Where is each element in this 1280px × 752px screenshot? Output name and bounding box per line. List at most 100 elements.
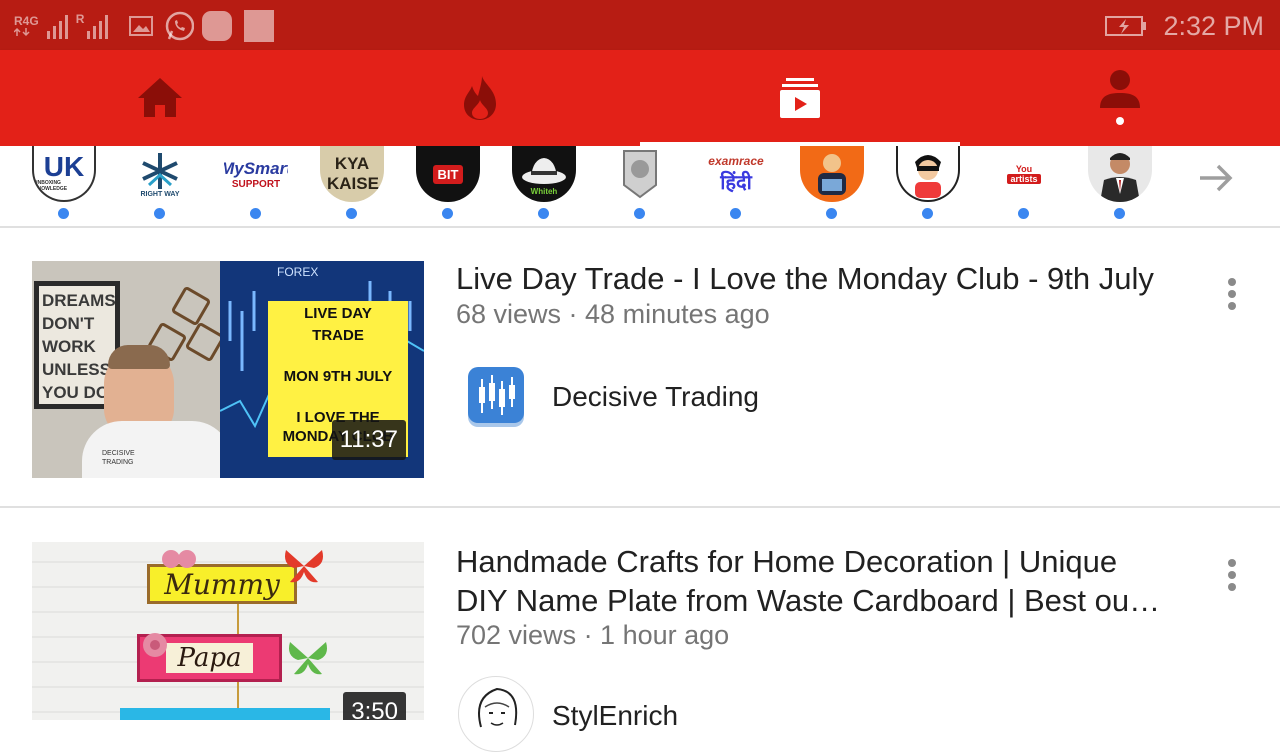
- flower-pink: [162, 548, 196, 570]
- tab-subscriptions[interactable]: [640, 50, 960, 146]
- avatar: [896, 146, 960, 202]
- avatar: Whiteh: [512, 146, 576, 202]
- card-line-3: MON 9TH JULY: [283, 368, 393, 385]
- video-thumbnail[interactable]: DREAMS DON'T WORK UNLESS YOU DO DECISIVE…: [32, 261, 424, 478]
- avatar-label: BIT: [432, 164, 464, 184]
- arrow-right-icon: [1200, 164, 1233, 192]
- tab-trending[interactable]: [320, 50, 640, 146]
- tab-account[interactable]: [960, 50, 1280, 146]
- character-icon: [818, 154, 846, 195]
- hat-icon: [522, 157, 566, 184]
- video-meta: 68 views · 48 minutes ago: [456, 299, 770, 329]
- account-icon: [1100, 70, 1140, 125]
- video-item[interactable]: Mummy Papa 3:50 Handmade Crafts for Home…: [0, 510, 1280, 752]
- new-content-dot: [154, 208, 165, 219]
- subscriptions-channel-row: UK UNBOXING KNOWLEDGE RIGHT WAY MySmart …: [0, 146, 1280, 228]
- whatsapp-icon: [164, 11, 195, 41]
- card-line-2: TRADE: [312, 327, 364, 344]
- avatar: [1088, 146, 1152, 202]
- decisive-trading-logo-icon: [468, 367, 524, 427]
- avatar: UK UNBOXING KNOWLEDGE: [32, 146, 96, 202]
- avatar: BIT: [416, 146, 480, 202]
- avatar-label: Whiteh: [530, 186, 558, 196]
- channel-avatar[interactable]: [458, 676, 534, 752]
- presenter-hair: [108, 345, 170, 369]
- avatar: [608, 146, 672, 202]
- new-content-dot: [730, 208, 741, 219]
- video-title[interactable]: Live Day Trade - I Love the Monday Club …: [456, 259, 1176, 298]
- emblem-icon: [623, 150, 657, 199]
- app-icon: [202, 11, 233, 41]
- status-right: 2:32 PM: [1105, 8, 1264, 44]
- more-vert-icon: [1228, 278, 1236, 286]
- battery-charging-icon: [1105, 16, 1147, 36]
- channel-avatar-12[interactable]: [1072, 146, 1168, 226]
- channel-avatar-10[interactable]: [880, 146, 976, 226]
- new-content-dot: [58, 208, 69, 219]
- person-photo-icon: [1100, 153, 1140, 202]
- channel-avatar-mysmart-support[interactable]: MySmart SUPPORT: [208, 146, 304, 226]
- channel-avatar-right-way[interactable]: RIGHT WAY: [112, 146, 208, 226]
- new-content-dot: [346, 208, 357, 219]
- logo-icon: [142, 152, 178, 189]
- channel-avatar-examrace-hindi[interactable]: examrace हिंदी: [688, 146, 784, 226]
- forex-label: FOREX: [277, 265, 319, 279]
- video-thumbnail[interactable]: Mummy Papa 3:50: [32, 542, 424, 720]
- avatar-label: MySmart: [224, 158, 288, 178]
- app-icon-2: [244, 10, 275, 42]
- trending-icon: [464, 76, 496, 120]
- top-navigation-bar: [0, 50, 1280, 146]
- avatar-sublabel: SUPPORT: [231, 178, 281, 190]
- avatar-sublabel: artists: [1007, 174, 1041, 184]
- more-channels-arrow[interactable]: [1196, 158, 1236, 198]
- avatar-sublabel: हिंदी: [720, 169, 752, 194]
- channel-avatar-9[interactable]: [784, 146, 880, 226]
- network-type: R4G: [14, 14, 39, 28]
- status-bar: R4G R 2:32 PM: [0, 0, 1280, 50]
- avatar-label: examrace: [708, 153, 764, 168]
- channel-avatar-you-artists[interactable]: You artists: [976, 146, 1072, 226]
- plate-text-mummy: Mummy: [164, 567, 280, 601]
- channel-avatar-7[interactable]: [592, 146, 688, 226]
- new-content-dot: [922, 208, 933, 219]
- channel-avatar-whitehat[interactable]: Whiteh: [496, 146, 592, 226]
- name-plate-third: [120, 708, 330, 720]
- card-line-1: LIVE DAY: [304, 305, 372, 322]
- status-left: R4G R: [14, 8, 275, 44]
- butterfly-green: [286, 636, 330, 680]
- more-options-button[interactable]: [1220, 555, 1244, 595]
- channel-name[interactable]: StylEnrich: [552, 700, 678, 732]
- tab-home[interactable]: [0, 50, 320, 146]
- new-content-dot: [634, 208, 645, 219]
- flower-pink-2: [140, 630, 170, 660]
- clock: 2:32 PM: [1163, 10, 1264, 41]
- video-duration: 3:50: [343, 692, 406, 720]
- signal-icon: [46, 13, 68, 39]
- channel-name[interactable]: Decisive Trading: [552, 381, 759, 413]
- video-item[interactable]: DREAMS DON'T WORK UNLESS YOU DO DECISIVE…: [0, 230, 1280, 508]
- channel-avatar[interactable]: [458, 359, 534, 435]
- channel-avatar-unboxing-knowledge[interactable]: UK UNBOXING KNOWLEDGE: [16, 146, 112, 226]
- video-title[interactable]: Handmade Crafts for Home Decoration | Un…: [456, 542, 1176, 620]
- plate-text-papa: Papa: [165, 643, 254, 673]
- avatar-sublabel: UNBOXING KNOWLEDGE: [34, 180, 68, 192]
- data-arrows-icon: [14, 27, 30, 37]
- network-indicator: R4G: [14, 15, 39, 37]
- more-vert-icon: [1228, 559, 1236, 567]
- avatar: examrace हिंदी: [704, 146, 768, 202]
- new-content-dot: [442, 208, 453, 219]
- channel-avatar-kya-kaise[interactable]: KYA KAISE: [304, 146, 400, 226]
- more-options-button[interactable]: [1220, 274, 1244, 314]
- avatar: KYA KAISE: [320, 146, 384, 202]
- video-duration: 11:37: [331, 420, 406, 460]
- roaming-signal: R: [76, 13, 109, 39]
- video-meta: 702 views · 1 hour ago: [456, 620, 730, 650]
- roaming-indicator: R: [75, 12, 85, 26]
- new-content-dot: [1018, 208, 1029, 219]
- new-content-dot: [1114, 208, 1125, 219]
- stylenrich-logo-icon: [478, 687, 518, 728]
- avatar: [800, 146, 864, 202]
- shirt-logo-text: DECISIVE TRADING: [102, 450, 135, 466]
- channel-avatar-bit[interactable]: BIT: [400, 146, 496, 226]
- avatar: You artists: [992, 146, 1056, 202]
